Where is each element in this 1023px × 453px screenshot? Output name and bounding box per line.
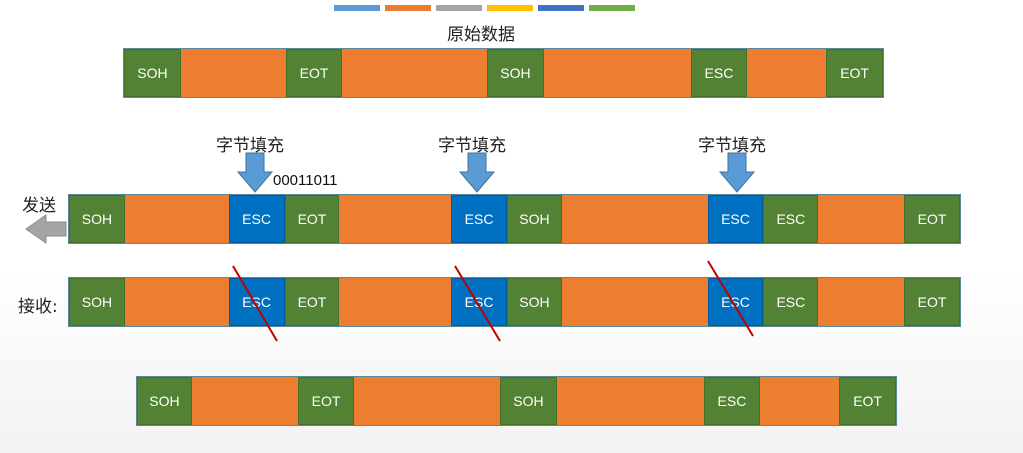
left-arrow-icon [25, 214, 67, 244]
down-arrow-icon [236, 152, 274, 193]
strike-line [454, 265, 501, 342]
down-arrow-icon [458, 152, 496, 193]
diagram-overlay [25, 152, 756, 342]
strike-line [232, 265, 278, 342]
down-arrow-icon [718, 152, 756, 193]
strike-line [707, 260, 754, 337]
